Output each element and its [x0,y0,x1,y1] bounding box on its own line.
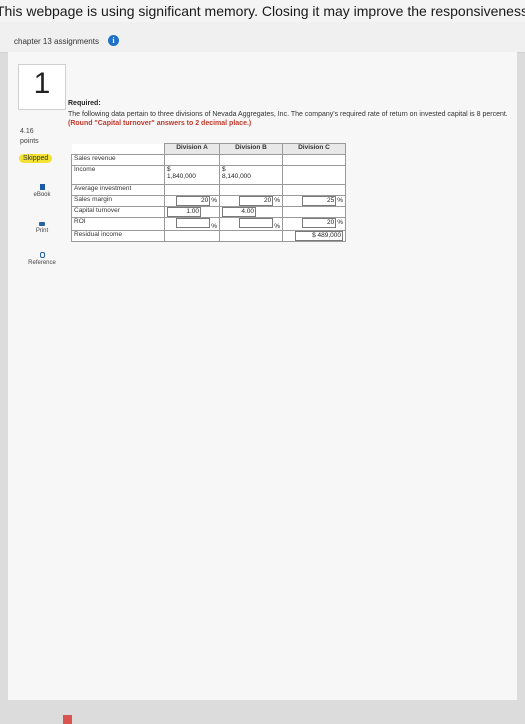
a-income-dollar: $ [167,166,171,173]
assignment-title[interactable]: chapter 13 assignments [14,37,99,46]
info-icon[interactable]: i [108,35,119,46]
question-number: 1 [33,67,51,100]
row-label-sales-revenue: Sales revenue [71,154,165,166]
question-number-box: 1 [18,64,66,110]
a-capital-turnover-input[interactable]: 1.00 [167,207,201,217]
table-row: Sales margin 20% 20% 25% [71,195,346,207]
points-value: 4.16 [20,128,34,135]
c-sales-margin-input[interactable]: 25 [302,196,337,206]
print-label: Print [35,228,49,234]
b-income-value: 8,140,000 [222,173,251,180]
c-residual-income-input[interactable]: $ 489,000 [295,231,343,241]
division-table: Division A Division B Division C Sales r… [71,143,346,242]
header-division-a: Division A [164,143,220,155]
skipped-badge: Skipped [19,154,53,163]
header-division-c: Division C [282,143,346,155]
c-capital-turnover-cell[interactable] [282,206,346,218]
row-label-roi: ROI [71,217,165,231]
b-average-investment-cell[interactable] [219,184,283,196]
points-label: points [20,138,39,145]
table-row: Average investment [71,184,346,196]
pct-symbol: % [211,223,217,230]
table-row: ROI % % 20% [71,217,346,231]
b-roi-cell: % [219,217,283,231]
reference-label: Reference [28,260,56,266]
c-sales-margin-cell: 25% [282,195,346,207]
required-text: The following data pertain to three divi… [68,110,508,128]
pct-symbol: % [337,219,343,226]
b-sales-margin-cell: 20% [219,195,283,207]
table-row: Capital turnover 1.00 4.00 [71,206,346,218]
c-income-cell[interactable] [282,165,346,185]
c-residual-income-cell: $ 489,000 [282,230,346,242]
a-income-cell: $ 1,840,000 [164,165,220,185]
memory-warning-banner: This webpage is using significant memory… [0,0,525,23]
c-average-investment-cell[interactable] [282,184,346,196]
app-icon[interactable] [63,715,72,724]
b-sales-margin-input[interactable]: 20 [239,196,274,206]
book-icon [39,184,45,190]
ebook-label: eBook [33,192,51,198]
a-roi-cell: % [164,217,220,231]
pct-symbol: % [274,197,280,204]
b-income-cell: $ 8,140,000 [219,165,283,185]
round-instruction: (Round "Capital turnover" answers to 2 d… [68,120,252,127]
b-income-dollar: $ [222,166,226,173]
c-roi-cell: 20% [282,217,346,231]
row-label-capital-turnover: Capital turnover [71,206,165,218]
a-sales-revenue-cell[interactable] [164,154,220,166]
b-residual-income-cell[interactable] [219,230,283,242]
b-capital-turnover-cell: 4.00 [219,206,283,218]
reference-icon [39,252,45,258]
table-corner [71,143,165,155]
row-label-residual-income: Residual income [71,230,165,242]
row-label-average-investment: Average investment [71,184,165,196]
pct-symbol: % [274,223,280,230]
a-residual-income-cell[interactable] [164,230,220,242]
question-content: 1 4.16 points Skipped eBook Print Refere… [8,52,517,724]
required-body: The following data pertain to three divi… [68,111,508,118]
table-row: Income $ 1,840,000 $ 8,140,000 [71,165,346,185]
pct-symbol: % [211,197,217,204]
row-label-income: Income [71,165,165,185]
table-row: Sales revenue [71,154,346,166]
a-roi-input[interactable] [176,218,211,228]
a-sales-margin-cell: 20% [164,195,220,207]
table-row: Residual income $ 489,000 [71,230,346,242]
assignment-header: chapter 13 assignments i [0,22,525,53]
ebook-button[interactable]: eBook [19,184,65,198]
print-icon [39,222,45,226]
a-income-value: 1,840,000 [167,173,196,180]
header-division-b: Division B [219,143,283,155]
required-heading: Required: [68,100,101,107]
b-sales-revenue-cell[interactable] [219,154,283,166]
row-label-sales-margin: Sales margin [71,195,165,207]
c-roi-input[interactable]: 20 [302,218,337,228]
c-sales-revenue-cell[interactable] [282,154,346,166]
a-average-investment-cell[interactable] [164,184,220,196]
a-capital-turnover-cell: 1.00 [164,206,220,218]
print-button[interactable]: Print [19,222,65,234]
reference-button[interactable]: Reference [19,252,65,266]
a-sales-margin-input[interactable]: 20 [176,196,211,206]
b-capital-turnover-input[interactable]: 4.00 [222,207,256,217]
b-roi-input[interactable] [239,218,274,228]
pct-symbol: % [337,197,343,204]
table-header-row: Division A Division B Division C [71,143,346,155]
